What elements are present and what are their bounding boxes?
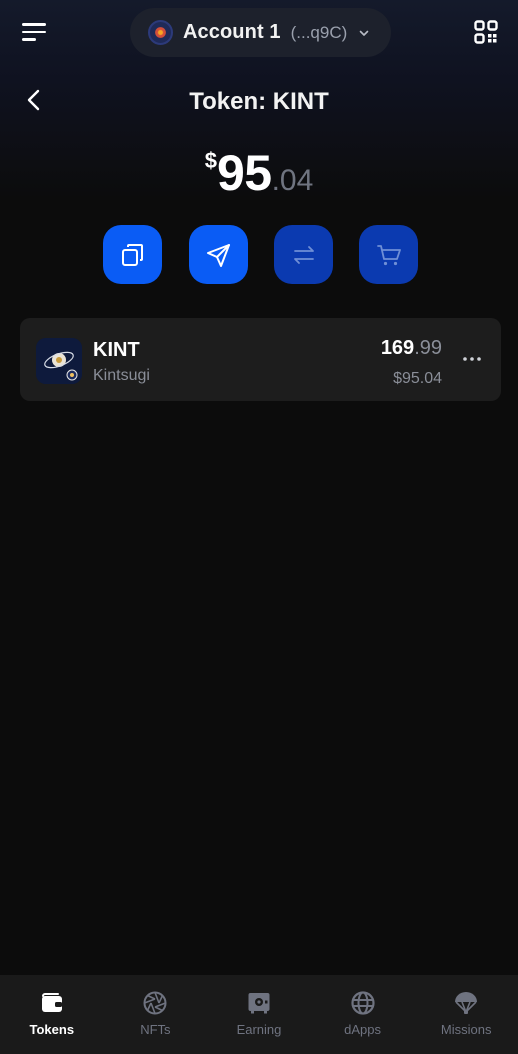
page-title: Token: KINT	[189, 88, 329, 115]
balance-integer: 95	[216, 145, 272, 201]
buy-button[interactable]	[359, 225, 418, 284]
nav-nfts[interactable]: NFTs	[104, 975, 208, 1054]
account-selector[interactable]: Account 1 (...q9C)	[130, 8, 391, 57]
send-icon	[206, 243, 230, 267]
account-address: (...q9C)	[290, 22, 348, 42]
total-balance: $95.04	[0, 144, 518, 202]
action-buttons	[103, 225, 418, 284]
nav-dapps[interactable]: dApps	[311, 975, 415, 1054]
balance-currency-symbol: $	[204, 148, 217, 173]
swap-button[interactable]	[274, 225, 333, 284]
swap-icon	[293, 245, 314, 264]
token-amount-integer: 169	[380, 337, 415, 359]
token-fiat-value: $95.04	[393, 370, 442, 387]
kint-token-logo	[36, 338, 82, 384]
nav-dapps-label: dApps	[344, 1022, 382, 1037]
more-options-icon[interactable]	[460, 349, 484, 369]
nav-earning-label: Earning	[236, 1022, 282, 1037]
receive-button[interactable]	[103, 225, 162, 284]
token-name: Kintsugi	[93, 367, 150, 384]
aperture-icon	[143, 991, 167, 1015]
token-amount-decimal: .99	[414, 337, 442, 359]
send-button[interactable]	[189, 225, 248, 284]
balance-decimal: .04	[271, 164, 314, 197]
token-row[interactable]: KINT Kintsugi 169.99 $95.04	[20, 318, 501, 401]
nav-earning[interactable]: Earning	[207, 975, 311, 1054]
token-amount: 169.99	[381, 337, 442, 360]
parachute-icon	[455, 992, 478, 1015]
nav-tokens-label: Tokens	[29, 1022, 75, 1037]
nav-tokens[interactable]: Tokens	[0, 975, 104, 1054]
menu-icon	[22, 23, 46, 26]
copy-icon	[121, 243, 143, 266]
safe-icon	[248, 993, 270, 1014]
menu-button[interactable]	[22, 20, 48, 44]
nav-missions[interactable]: Missions	[414, 975, 518, 1054]
token-symbol: KINT	[93, 339, 140, 361]
token-detail-screen: Account 1 (...q9C) Token: KINT $95.04 KI…	[0, 0, 518, 1054]
wallet-icon	[41, 993, 62, 1012]
account-name: Account 1	[183, 21, 281, 43]
top-bar: Account 1 (...q9C)	[0, 0, 518, 66]
qr-code-icon[interactable]	[474, 20, 498, 44]
globe-icon	[350, 991, 375, 1015]
cart-icon	[376, 244, 401, 265]
nav-missions-label: Missions	[440, 1022, 492, 1037]
account-avatar	[148, 20, 173, 45]
nav-nfts-label: NFTs	[140, 1022, 171, 1037]
chevron-down-icon	[359, 30, 369, 36]
bottom-navigation: Tokens NFTs Earning dApps Missions	[0, 975, 518, 1054]
